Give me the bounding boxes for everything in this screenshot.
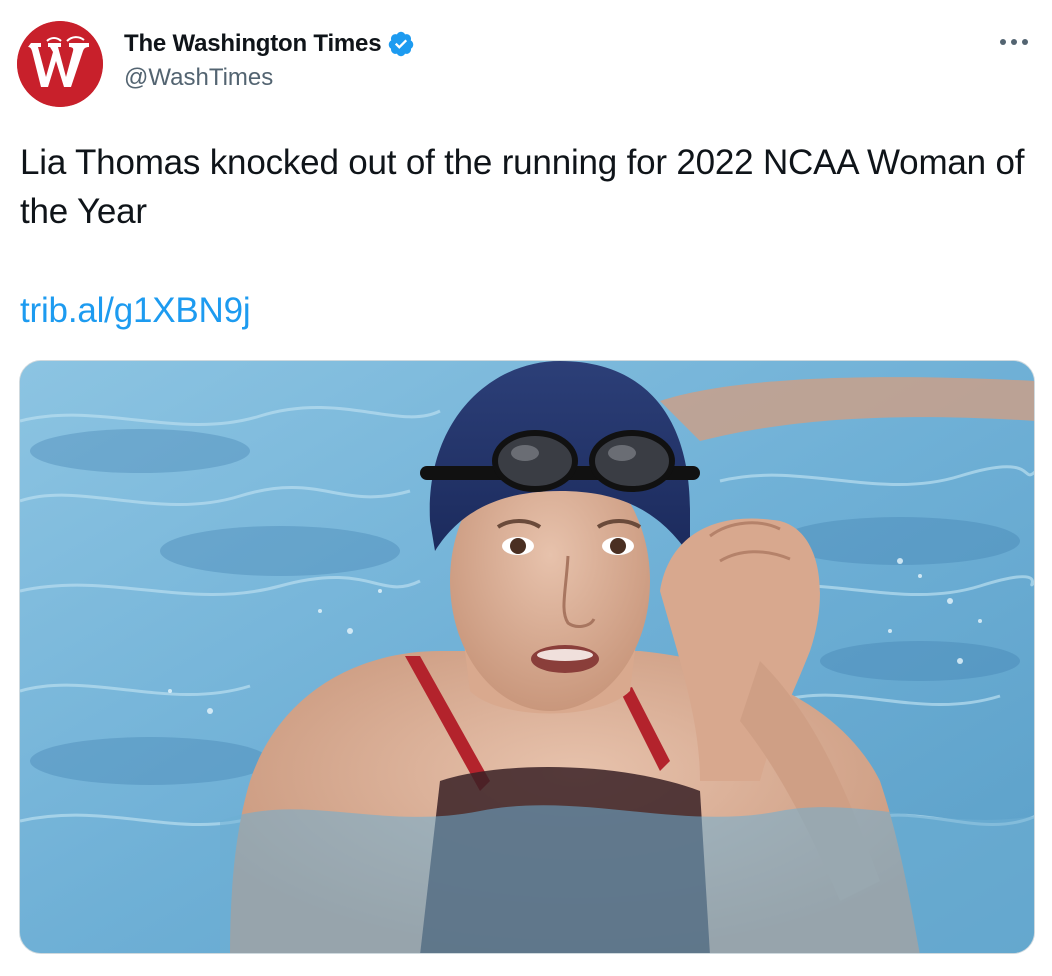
tweet-photo[interactable] [19, 360, 1035, 954]
swimmer-photo-image [20, 361, 1034, 953]
tweet-text: Lia Thomas knocked out of the running fo… [20, 143, 1025, 231]
more-horizontal-icon [1000, 39, 1028, 45]
washington-times-logo-icon [17, 21, 103, 107]
author-avatar[interactable] [17, 21, 103, 107]
verified-badge-icon [387, 30, 415, 58]
tweet-link[interactable]: trib.al/g1XBN9j [20, 286, 251, 335]
tweet[interactable]: The Washington Times @WashTimes Lia Thom… [0, 0, 1052, 976]
author-name-row: The Washington Times [124, 28, 415, 60]
more-options-button[interactable] [996, 30, 1032, 54]
author-info[interactable]: The Washington Times @WashTimes [124, 28, 415, 92]
author-handle[interactable]: @WashTimes [124, 64, 415, 92]
author-display-name[interactable]: The Washington Times [124, 30, 382, 58]
